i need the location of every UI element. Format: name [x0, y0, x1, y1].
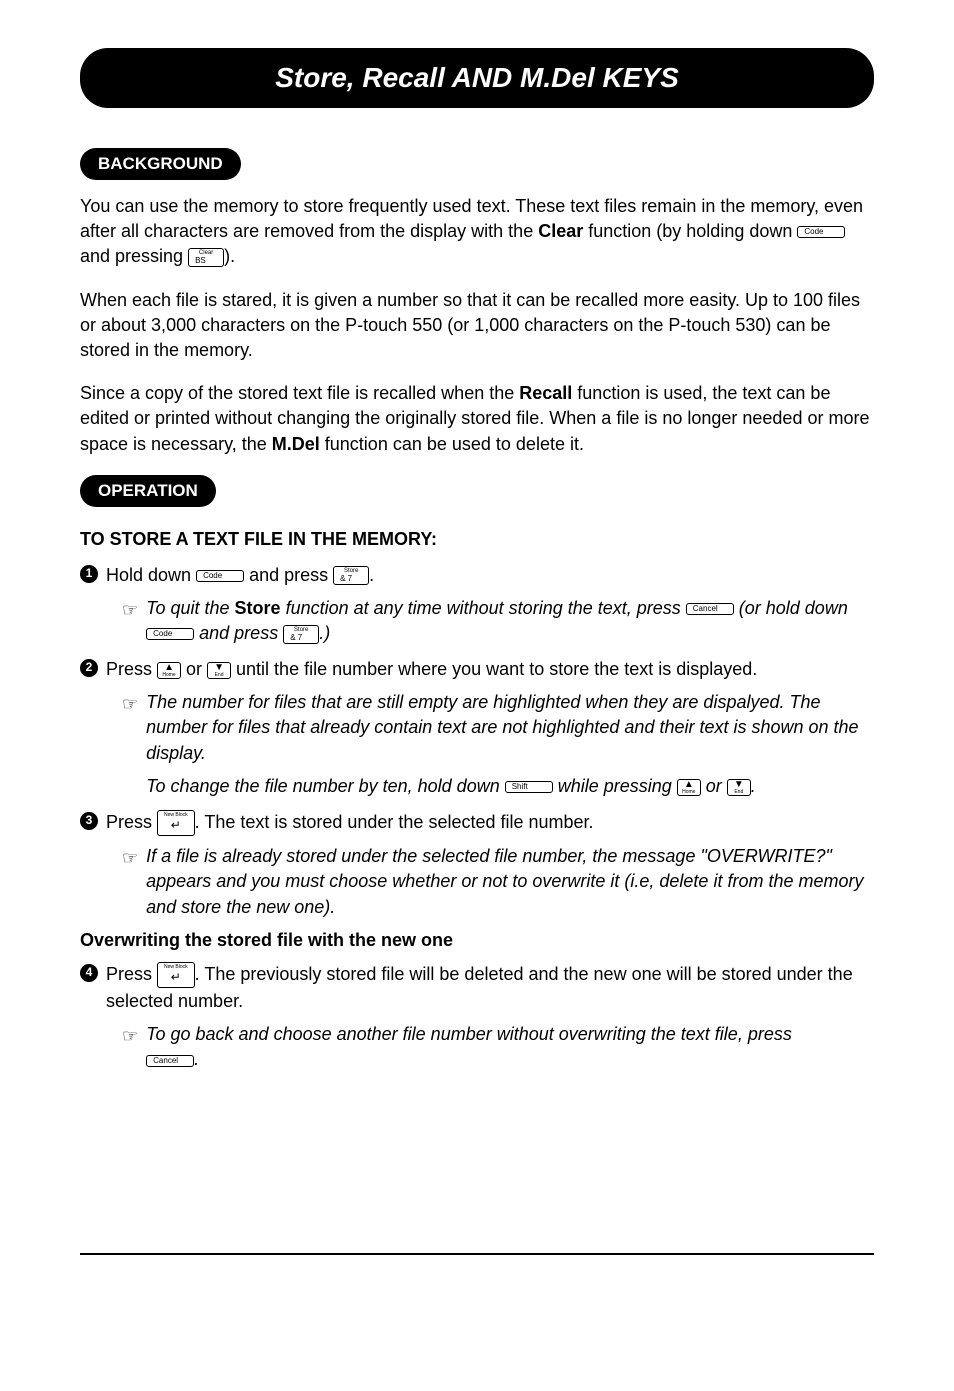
background-para-3: Since a copy of the stored text file is …	[80, 381, 874, 457]
step-number-icon: 2	[80, 659, 98, 677]
text: .	[369, 565, 374, 585]
text: .	[194, 1049, 199, 1069]
up-home-key-icon: ▲Home	[157, 662, 181, 679]
note-1: ☞ To quit the Store function at any time…	[122, 596, 874, 646]
down-end-key-icon: ▼End	[727, 779, 751, 796]
text: and press	[194, 623, 283, 643]
step-number-icon: 1	[80, 565, 98, 583]
text: Press	[106, 659, 157, 679]
step-content: Hold down Code and press Store& 7.	[106, 562, 374, 588]
key-label: Code	[804, 227, 838, 237]
store-subhead: TO STORE A TEXT FILE IN THE MEMORY:	[80, 529, 874, 550]
step-content: Press ▲Home or ▼End until the file numbe…	[106, 656, 757, 682]
text: while pressing	[553, 776, 677, 796]
note-pointer-icon: ☞	[122, 598, 138, 646]
step-4: 4 Press New Block↵. The previously store…	[80, 961, 874, 1014]
key-label: Code	[153, 629, 187, 639]
text: and press	[244, 565, 333, 585]
section-background-pill: BACKGROUND	[80, 148, 241, 180]
section-operation-pill: OPERATION	[80, 475, 216, 507]
cancel-key-icon: Cancel	[146, 1055, 194, 1067]
key-sublabel: Home	[161, 673, 177, 678]
step-2: 2 Press ▲Home or ▼End until the file num…	[80, 656, 874, 682]
note-3: ☞ If a file is already stored under the …	[122, 844, 874, 920]
key-label: BS	[195, 256, 217, 266]
text: and pressing	[80, 246, 188, 266]
recall-label: Recall	[519, 383, 572, 403]
code-key-icon: Code	[797, 226, 845, 238]
background-para-2: When each file is stared, it is given a …	[80, 288, 874, 364]
key-label: Shift	[512, 782, 546, 792]
key-label: Cancel	[693, 604, 727, 614]
text: ).	[224, 246, 235, 266]
note-2: ☞ The number for files that are still em…	[122, 690, 874, 799]
note-text: The number for files that are still empt…	[146, 690, 874, 799]
text: (or hold down	[734, 598, 848, 618]
bs-key-icon: ClearBS	[188, 248, 224, 267]
page-title: Store, Recall AND M.Del KEYS	[80, 48, 874, 108]
step-1: 1 Hold down Code and press Store& 7.	[80, 562, 874, 588]
text: .)	[319, 623, 330, 643]
mdel-label: M.Del	[272, 434, 320, 454]
enter-key-icon: New Block↵	[157, 962, 195, 988]
note-pointer-icon: ☞	[122, 1024, 138, 1072]
text: The number for files that are still empt…	[146, 690, 874, 766]
text: To quit the	[146, 598, 234, 618]
text: . The text is stored under the selected …	[195, 812, 594, 832]
shift-key-icon: Shift	[505, 781, 553, 793]
text: function (by holding down	[583, 221, 797, 241]
enter-key-icon: New Block↵	[157, 810, 195, 836]
note-pointer-icon: ☞	[122, 846, 138, 920]
note-4: ☞ To go back and choose another file num…	[122, 1022, 874, 1072]
text: Press	[106, 812, 157, 832]
text: Since a copy of the stored text file is …	[80, 383, 519, 403]
note-text: To quit the Store function at any time w…	[146, 596, 874, 646]
text: or	[701, 776, 727, 796]
key-label: Cancel	[153, 1056, 187, 1066]
key-label: & 7	[340, 574, 362, 584]
store-key-icon: Store& 7	[333, 566, 369, 585]
key-sublabel: End	[731, 790, 747, 795]
cancel-key-icon: Cancel	[686, 603, 734, 615]
text: until the file number where you want to …	[231, 659, 757, 679]
key-label: ↵	[171, 970, 181, 984]
up-home-key-icon: ▲Home	[677, 779, 701, 796]
text: To go back and choose another file numbe…	[146, 1024, 792, 1044]
down-end-key-icon: ▼End	[207, 662, 231, 679]
text: function at any time without storing the…	[281, 598, 686, 618]
key-label: Code	[203, 571, 237, 581]
note-text: If a file is already stored under the se…	[146, 844, 874, 920]
text: .	[751, 776, 756, 796]
text: Hold down	[106, 565, 196, 585]
code-key-icon: Code	[196, 570, 244, 582]
step-content: Press New Block↵. The text is stored und…	[106, 809, 594, 836]
key-label: ↵	[171, 818, 181, 832]
key-sublabel: End	[211, 673, 227, 678]
footer-rule	[80, 1253, 874, 1255]
store-key-icon: Store& 7	[283, 625, 319, 644]
text: function can be used to delete it.	[320, 434, 584, 454]
note-pointer-icon: ☞	[122, 692, 138, 799]
step-number-icon: 3	[80, 812, 98, 830]
text: Press	[106, 964, 157, 984]
step-content: Press New Block↵. The previously stored …	[106, 961, 874, 1014]
key-sublabel: Home	[681, 790, 697, 795]
code-key-icon: Code	[146, 628, 194, 640]
text: or	[181, 659, 207, 679]
note-text-2: To change the file number by ten, hold d…	[146, 774, 874, 799]
note-text: To go back and choose another file numbe…	[146, 1022, 874, 1072]
store-label: Store	[235, 598, 281, 618]
overwrite-subhead: Overwriting the stored file with the new…	[80, 930, 874, 951]
key-label: & 7	[290, 633, 312, 643]
text: . The previously stored file will be del…	[106, 964, 853, 1011]
background-para-1: You can use the memory to store frequent…	[80, 194, 874, 270]
step-3: 3 Press New Block↵. The text is stored u…	[80, 809, 874, 836]
step-number-icon: 4	[80, 964, 98, 982]
text: To change the file number by ten, hold d…	[146, 776, 505, 796]
clear-label: Clear	[538, 221, 583, 241]
